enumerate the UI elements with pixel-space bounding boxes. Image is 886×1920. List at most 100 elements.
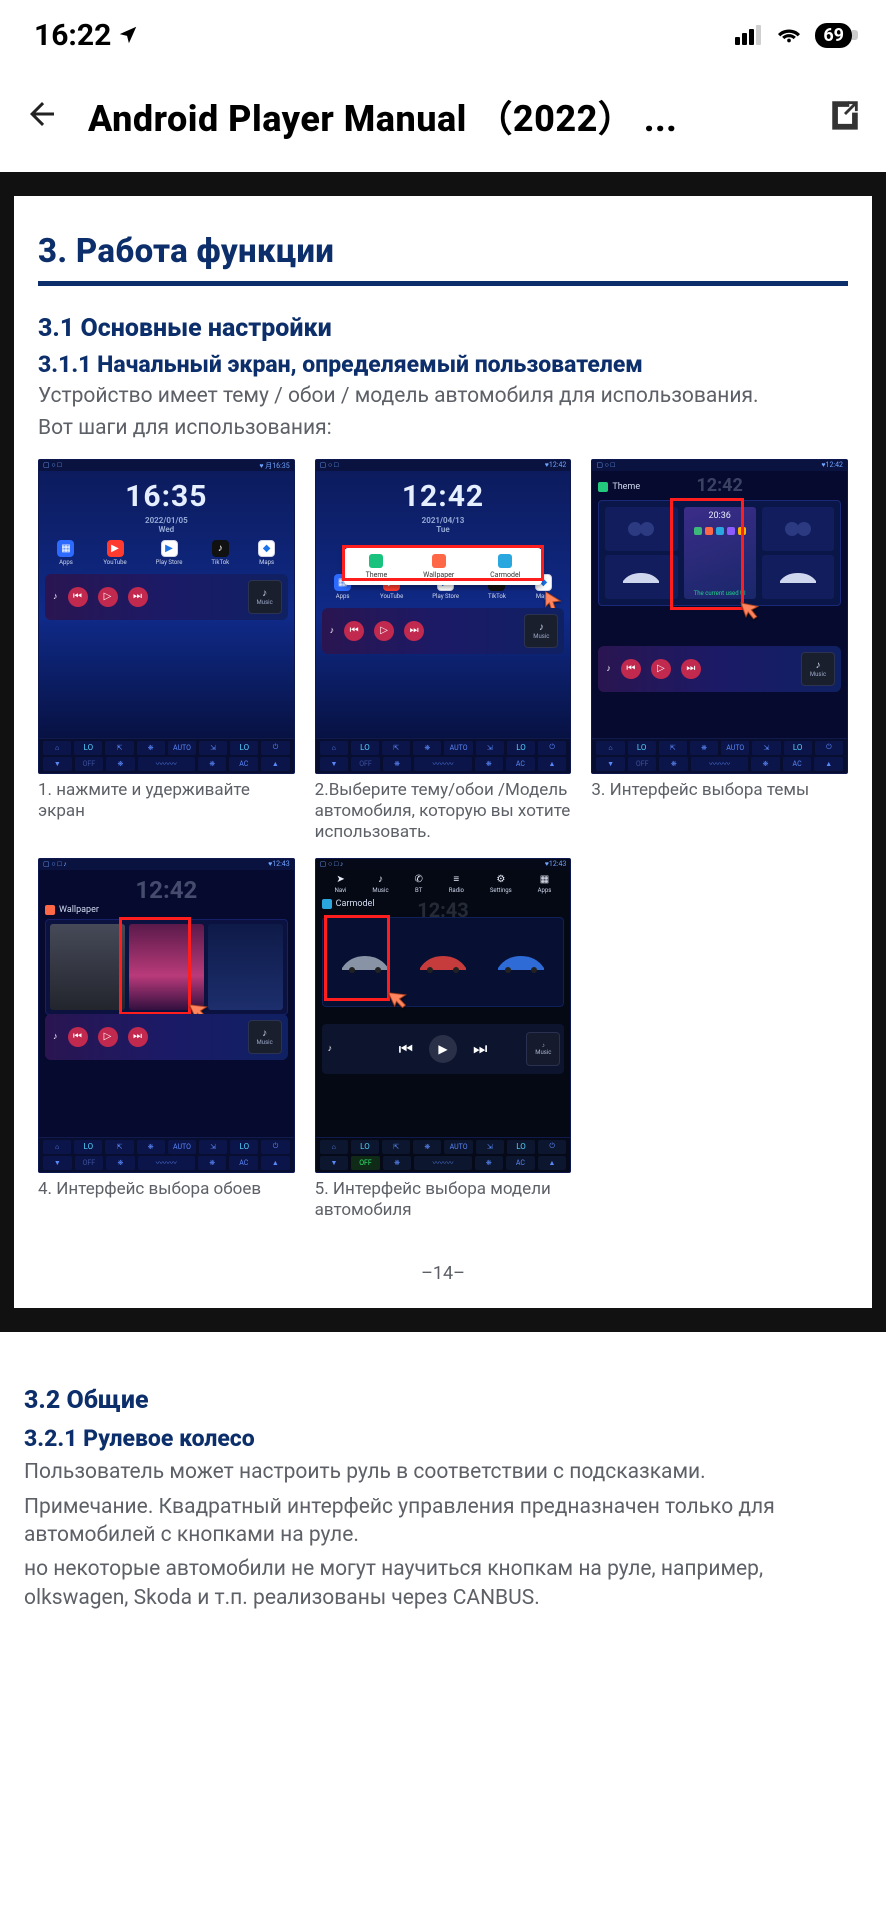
note-icon: ♪ — [330, 625, 335, 636]
section-3-1-1-heading: 3.1.1 Начальный экран, определяемый поль… — [38, 351, 848, 378]
seat2-icon: ⇲ — [199, 741, 227, 755]
theme-preview-c1 — [762, 507, 834, 551]
section-3-2-1-heading: 3.2.1 Рулевое колесо — [24, 1425, 862, 1452]
app-header: Android Player Manual （2022） ... — [0, 60, 886, 172]
vent-icon: 〰〰〰 — [138, 757, 195, 771]
thumb-5-nav: ➤Navi♪Music✆BT≡Radio⚙Settings▦Apps — [316, 870, 571, 896]
nav-bt: ✆BT — [414, 874, 422, 894]
wallpaper-option-1 — [50, 924, 125, 1010]
thumb-2-date: 2021/04/13 — [422, 516, 465, 525]
nav-label: Music — [372, 887, 388, 894]
nav-radio: ≡Radio — [449, 874, 464, 894]
section-3-heading: 3. Работа функции — [38, 232, 848, 271]
app-play-store: ▶Play Store — [156, 540, 183, 566]
thumb-4: ▢ ○ □ ♪ ♥12:43 12:42 Wallpaper — [38, 858, 295, 1173]
location-icon — [117, 24, 139, 46]
app-label: TikTok — [488, 593, 506, 600]
arrow-up-icon: ▲ — [261, 757, 290, 771]
thumb-4-status-left: ▢ ○ □ ♪ — [43, 860, 67, 869]
section-3-1-1-desc-1: Устройство имеет тему / обои / модель ав… — [38, 382, 848, 410]
thumb-5-media: ♪ ⏮ ▶ ⏭ ♪Music — [322, 1024, 565, 1074]
thumb-3-media: ♪ ⏮ ▷ ⏭ ♪Music — [598, 646, 841, 692]
thumb-3-status-right: ♥12:42 — [821, 461, 843, 470]
album-art: ♪Music — [248, 1020, 282, 1054]
thumb-4-media: ♪ ⏮ ▷ ⏭ ♪Music — [45, 1014, 288, 1060]
wallpaper-dot-icon — [45, 905, 55, 915]
status-time-text: 16:22 — [34, 18, 111, 53]
nav-settings: ⚙Settings — [490, 874, 512, 894]
thumb-4-caption: 4. Интерфейс выбора обоев — [38, 1179, 295, 1200]
thumb-4-clock: 12:42 — [39, 876, 294, 904]
status-bar: 16:22 69 — [0, 0, 886, 60]
grid-spacer — [591, 858, 848, 1222]
status-right: 69 — [735, 23, 852, 48]
app-label: Play Store — [432, 593, 459, 600]
next-icon: ⏭ — [681, 659, 701, 679]
app-label: YouTube — [380, 593, 403, 600]
car-option-2 — [406, 924, 480, 1000]
thumb-3-status-left: ▢ ○ □ — [596, 461, 615, 470]
back-button[interactable] — [24, 96, 60, 136]
thumb-4-highlight — [119, 917, 191, 1015]
app-icon: ▶ — [161, 540, 178, 557]
album-art: ♪Music — [526, 1032, 560, 1066]
share-button[interactable] — [828, 97, 862, 135]
prev-icon: ⏮ — [621, 659, 641, 679]
app-maps: ◆Maps — [258, 540, 275, 566]
play-icon: ▷ — [98, 587, 118, 607]
thumb-3-statusbar: ▢ ○ □ ♥12:42 — [592, 460, 847, 471]
seat-icon: ⇱ — [105, 741, 133, 755]
document-page: 3. Работа функции 3.1 Основные настройки… — [14, 196, 872, 1308]
thumb-4-tag: Wallpaper — [45, 905, 99, 915]
thumb-2-media: ♪ ⏮ ▷ ⏭ ♪Music — [322, 608, 565, 654]
thumb-3-hvac: ⌂LO⇱❋AUTO⇲LO⏻ ▼OFF❋〰〰〰❋AC▲ — [592, 738, 847, 773]
thumb-1-media: ♪ ⏮ ▷ ⏭ ♪Music — [45, 574, 288, 620]
home-icon: ⌂ — [43, 741, 71, 755]
thumb-5-hvac: ⌂LO⇱❋AUTO⇲LO⏻ ▼OFF❋〰〰〰❋AC▲ — [316, 1137, 571, 1172]
thumb-2-status-right: ♥12:42 — [545, 461, 567, 470]
thumb-4-cell: ▢ ○ □ ♪ ♥12:43 12:42 Wallpaper — [38, 858, 295, 1222]
theme-preview-a1 — [605, 507, 677, 551]
thumb-5-caption: 5. Интерфейс выбора модели автомобиля — [315, 1179, 572, 1222]
hvac-ac: AC — [229, 757, 258, 771]
wallpaper-option-3 — [208, 924, 283, 1010]
thumb-1-hvac: ⌂ LO ⇱ ❋ AUTO ⇲ LO ⏻ ▼ OFF ❋ — [39, 738, 294, 773]
thumb-1-status-left: ▢ ○ □ — [43, 461, 62, 470]
arrow-left-icon — [24, 96, 60, 132]
app-icon: ◆ — [258, 540, 275, 557]
thumb-4-tag-label: Wallpaper — [59, 905, 99, 915]
thumb-1-status-right: ♥ 月16:35 — [259, 461, 289, 470]
thumb-2-hvac: ⌂LO⇱❋AUTO⇲LO⏻ ▼OFF❋〰〰〰❋AC▲ — [316, 738, 571, 773]
apps-icon: ▦ — [540, 874, 549, 885]
thumb-3-caption: 3. Интерфейс выбора темы — [591, 780, 848, 801]
section-3-2: 3.2 Общие 3.2.1 Рулевое колесо Пользоват… — [0, 1332, 886, 1652]
theme-preview-a2 — [605, 555, 677, 599]
gauge-icon — [605, 507, 677, 551]
nav-label: Navi — [335, 887, 347, 894]
app-icon: ▶ — [107, 540, 124, 557]
play-icon: ▶ — [429, 1035, 457, 1063]
play-icon: ▷ — [98, 1027, 118, 1047]
nav-label: Apps — [538, 887, 552, 894]
thumb-5-status-left: ▢ ○ □ ♪ — [320, 860, 344, 869]
thumb-2-caption: 2.Выберите тему/обои /Модель автомобиля,… — [315, 780, 572, 844]
thumb-2-status-left: ▢ ○ □ — [320, 461, 339, 470]
share-icon — [828, 97, 862, 131]
thumb-2: ▢ ○ □ ♥12:42 12:42 2021/04/13Tue Theme W… — [315, 459, 572, 774]
prev-icon: ⏮ — [344, 621, 364, 641]
nav-label: Settings — [490, 887, 512, 894]
hvac-off: OFF — [75, 757, 104, 771]
thumb-4-status-right: ♥12:43 — [268, 860, 290, 869]
music-icon: ♪ — [378, 874, 383, 885]
theme-preview-c2 — [762, 555, 834, 599]
prev-icon: ⏮ — [68, 587, 88, 607]
app-label: Apps — [59, 559, 73, 566]
thumbnail-grid: ▢ ○ □ ♥ 月16:35 16:35 2022/01/05Wed ▦Apps… — [38, 459, 848, 1222]
note-icon: ♪ — [606, 663, 611, 674]
section-3-1-heading: 3.1 Основные настройки — [38, 314, 848, 343]
section-3-rule — [38, 281, 848, 286]
prev-icon: ⏮ — [399, 1039, 413, 1059]
thumb-5-statusbar: ▢ ○ □ ♪ ♥12:43 — [316, 859, 571, 870]
fan2-icon: ❋ — [106, 757, 135, 771]
thumb-1: ▢ ○ □ ♥ 月16:35 16:35 2022/01/05Wed ▦Apps… — [38, 459, 295, 774]
